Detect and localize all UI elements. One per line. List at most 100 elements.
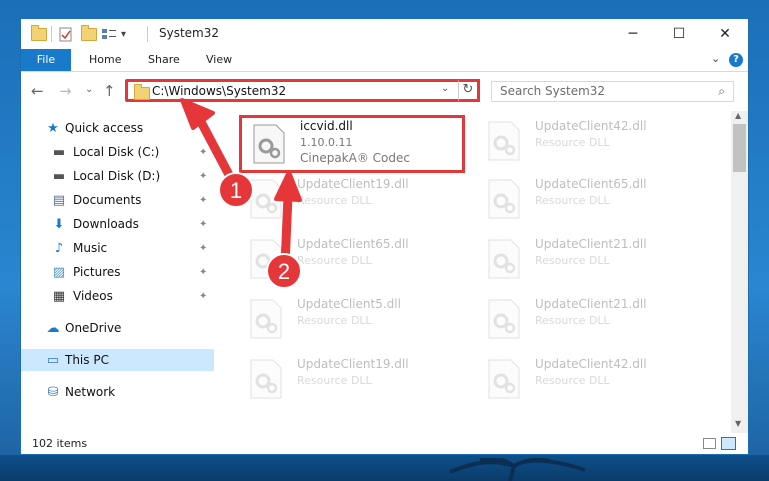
dll-file-icon [488, 239, 520, 279]
sidebar-item-network[interactable]: ⛁ Network [21, 381, 214, 403]
file-name: UpdateClient21.dll [535, 297, 647, 311]
minimize-button[interactable]: ─ [610, 19, 656, 49]
file-tile-iccvid[interactable]: iccvid.dll 1.10.0.11 CinepakA® Codec [239, 115, 465, 173]
refresh-button[interactable]: ↻ [458, 79, 480, 102]
file-type: Resource DLL [297, 254, 372, 267]
file-name: UpdateClient65.dll [297, 237, 409, 251]
video-icon: ▦ [52, 288, 66, 304]
sidebar-item-quick-access[interactable]: ★ Quick access [21, 117, 214, 139]
sidebar-item-documents[interactable]: ▤ Documents ✦ [21, 189, 214, 211]
pin-icon: ✦ [199, 146, 208, 158]
sidebar-item-music[interactable]: ♪ Music ✦ [21, 237, 214, 259]
tab-share[interactable]: Share [148, 49, 180, 71]
scroll-up-icon[interactable]: ▲ [735, 111, 741, 120]
sidebar-item-onedrive[interactable]: ☁ OneDrive [21, 317, 214, 339]
address-dropdown-icon[interactable]: ⌄ [441, 83, 449, 94]
sidebar-item-downloads[interactable]: ⬇ Downloads ✦ [21, 213, 214, 235]
folder-icon [134, 84, 150, 100]
download-icon: ⬇ [53, 216, 65, 232]
dll-file-icon [250, 239, 282, 279]
search-input[interactable]: Search System32 ⌕ [491, 81, 734, 102]
scroll-down-icon[interactable]: ▼ [735, 419, 741, 428]
tab-file[interactable]: File [21, 49, 71, 71]
pin-icon: ✦ [199, 218, 208, 230]
file-tile[interactable]: UpdateClient21.dll Resource DLL [477, 233, 697, 285]
dll-file-icon [253, 124, 285, 164]
pin-icon: ✦ [199, 242, 208, 254]
computer-icon: ▭ [46, 352, 60, 368]
address-row: ← → ⌄ ↑ C:\Windows\System32 ⌄ ↻ Search S… [21, 72, 748, 110]
sidebar-item-label: Documents [73, 193, 142, 207]
dll-file-icon [250, 299, 282, 339]
properties-icon[interactable] [59, 26, 73, 42]
sidebar-item-label: Network [65, 385, 116, 399]
file-version: 1.10.0.11 [300, 136, 353, 149]
file-name: iccvid.dll [300, 119, 353, 133]
file-type: Resource DLL [535, 314, 610, 327]
sidebar-item-label: Quick access [65, 121, 144, 135]
file-type: Resource DLL [535, 254, 610, 267]
vertical-scrollbar[interactable]: ▲ ▼ [731, 111, 748, 433]
music-icon: ♪ [54, 240, 64, 256]
window-title: System32 [159, 26, 220, 40]
quick-access-dropdown-icon[interactable]: ▾ [121, 26, 126, 42]
recent-locations-button[interactable]: ⌄ [85, 84, 93, 95]
pin-icon: ✦ [199, 290, 208, 302]
up-button[interactable]: ↑ [103, 82, 116, 100]
dll-file-icon [488, 179, 520, 219]
file-tile[interactable]: UpdateClient65.dll Resource DLL [477, 173, 697, 225]
file-name: UpdateClient65.dll [535, 177, 647, 191]
separator [147, 26, 148, 42]
details-view-icon[interactable] [703, 438, 716, 449]
customize-toolbar-icon[interactable] [101, 26, 117, 42]
large-icons-view-icon[interactable] [721, 437, 736, 450]
forward-button[interactable]: → [59, 82, 72, 100]
back-button[interactable]: ← [31, 82, 44, 100]
sidebar-item-label: Pictures [73, 265, 121, 279]
cloud-icon: ☁ [46, 320, 60, 336]
sidebar-item-local-disk-d[interactable]: ▬ Local Disk (D:) ✦ [21, 165, 214, 187]
file-name: UpdateClient19.dll [297, 177, 409, 191]
status-bar: 102 items [21, 433, 748, 454]
folder-icon [31, 24, 47, 42]
new-folder-icon[interactable] [81, 24, 97, 42]
dll-file-icon [488, 359, 520, 399]
dll-file-icon [250, 179, 282, 219]
document-icon: ▤ [52, 192, 66, 208]
address-path: C:\Windows\System32 [152, 84, 287, 98]
sidebar-item-label: OneDrive [65, 321, 122, 335]
sidebar-item-label: Videos [73, 289, 113, 303]
file-name: UpdateClient21.dll [535, 237, 647, 251]
ribbon-tabs: File Home Share View ⌄ ? [21, 49, 748, 72]
file-type: Resource DLL [297, 194, 372, 207]
sidebar-item-label: Downloads [73, 217, 139, 231]
file-tile[interactable]: UpdateClient42.dll Resource DLL [477, 115, 697, 167]
navigation-pane: ★ Quick access ▬ Local Disk (C:) ✦ ▬ Loc… [21, 111, 214, 433]
desktop-background [0, 455, 769, 481]
tab-view[interactable]: View [206, 49, 232, 71]
file-tile[interactable]: UpdateClient19.dll Resource DLL [239, 353, 459, 405]
file-tile[interactable]: UpdateClient5.dll Resource DLL [239, 293, 459, 345]
scrollbar-thumb[interactable] [733, 124, 746, 172]
file-tile[interactable]: UpdateClient21.dll Resource DLL [477, 293, 697, 345]
sidebar-item-videos[interactable]: ▦ Videos ✦ [21, 285, 214, 307]
title-bar: ▾ System32 ─ ☐ ✕ [21, 19, 748, 49]
tab-home[interactable]: Home [89, 49, 121, 71]
sidebar-item-label: Music [73, 241, 108, 255]
address-bar[interactable]: C:\Windows\System32 ⌄ [125, 79, 477, 102]
sidebar-item-this-pc[interactable]: ▭ This PC [21, 349, 214, 371]
maximize-button[interactable]: ☐ [656, 19, 702, 49]
file-tile[interactable]: UpdateClient42.dll Resource DLL [477, 353, 697, 405]
sidebar-item-local-disk-c[interactable]: ▬ Local Disk (C:) ✦ [21, 141, 214, 163]
file-tile[interactable]: UpdateClient19.dll Resource DLL [239, 173, 459, 225]
file-name: UpdateClient42.dll [535, 357, 647, 371]
expand-ribbon-icon[interactable]: ⌄ [711, 52, 720, 65]
sidebar-item-pictures[interactable]: ▨ Pictures ✦ [21, 261, 214, 283]
pin-icon: ✦ [199, 170, 208, 182]
close-button[interactable]: ✕ [702, 19, 748, 49]
help-icon[interactable]: ? [729, 53, 743, 67]
file-tile[interactable]: UpdateClient65.dll Resource DLL [239, 233, 459, 285]
pin-icon: ✦ [199, 266, 208, 278]
search-placeholder: Search System32 [500, 84, 606, 98]
file-name: UpdateClient19.dll [297, 357, 409, 371]
